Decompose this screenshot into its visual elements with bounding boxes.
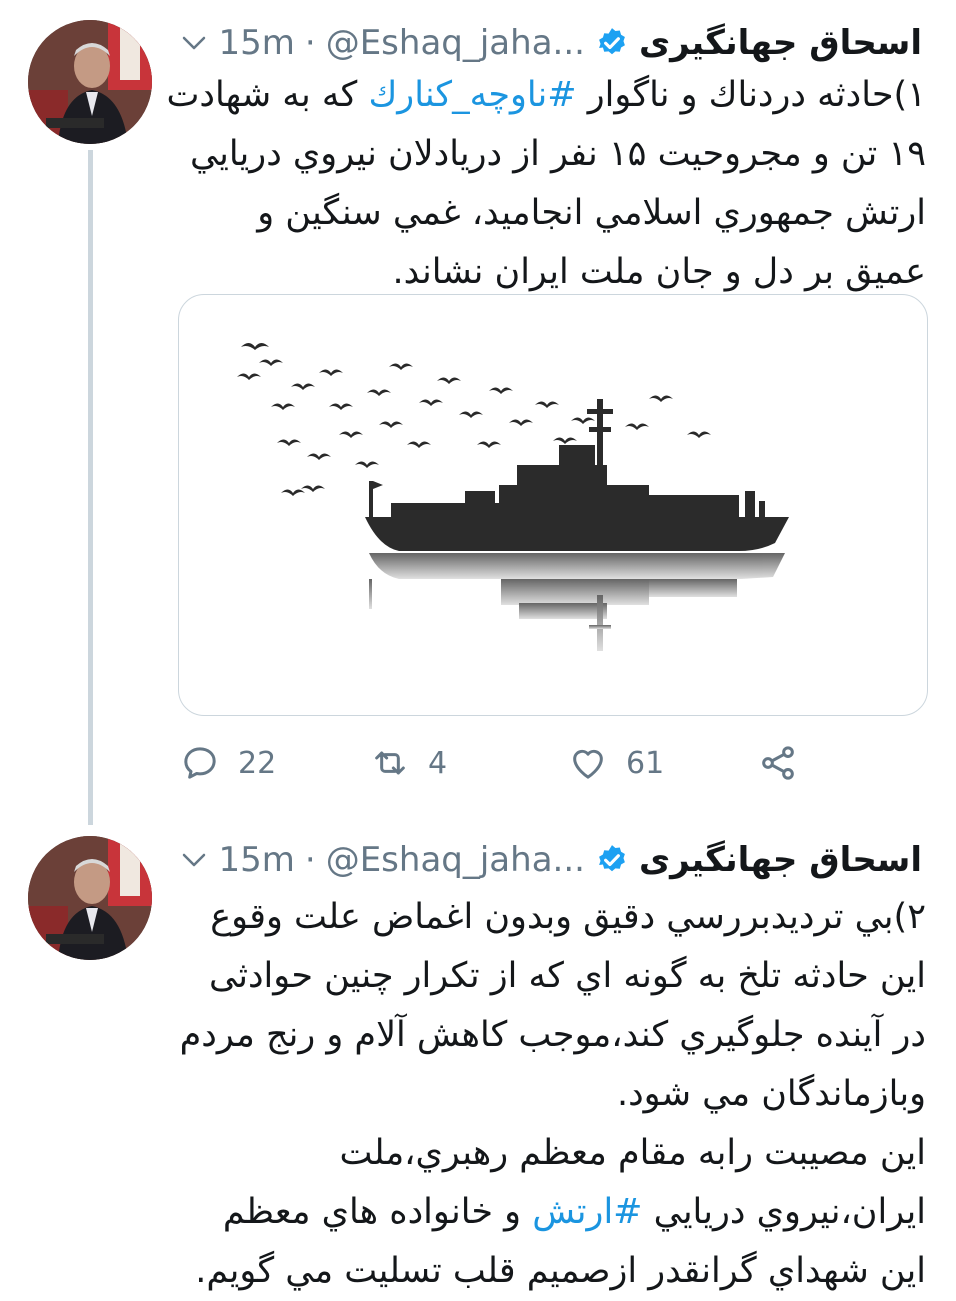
tweet-text-part: ۲)بي ترديدبررسي دقيق وبدون اغماض علت وقو…	[179, 897, 926, 1114]
like-button[interactable]: 61	[568, 738, 664, 788]
verified-badge-icon	[599, 28, 625, 55]
timestamp[interactable]: 15m	[219, 840, 295, 880]
tweet-header: اسحاق جهانگیری @Eshaq_jaha... · 15m	[169, 18, 922, 68]
reply-button[interactable]: 22	[180, 738, 276, 788]
retweet-count: 4	[428, 745, 448, 781]
heart-icon	[573, 749, 603, 779]
timestamp[interactable]: 15m	[219, 23, 295, 63]
tweet-text: ۲)بي ترديدبررسي دقيق وبدون اغماض علت وقو…	[166, 888, 926, 1301]
like-count: 61	[626, 745, 665, 781]
thread-connector-line	[88, 150, 93, 825]
reply-icon	[184, 747, 216, 779]
avatar-photo-icon	[28, 20, 152, 144]
separator-dot: ·	[304, 840, 316, 880]
retweet-icon	[375, 751, 405, 775]
author-name[interactable]: اسحاق جهانگیری	[639, 23, 922, 63]
author-handle[interactable]: @Eshaq_jaha...	[326, 840, 585, 880]
tweet-1[interactable]: اسحاق جهانگیری @Eshaq_jaha... · 15m ۱)حا…	[0, 0, 956, 825]
warship-silhouette-with-birds-icon	[237, 343, 789, 651]
retweet-button[interactable]: 4	[370, 738, 447, 788]
reply-count: 22	[238, 745, 277, 781]
chevron-down-icon[interactable]	[179, 28, 209, 58]
share-icon	[762, 746, 794, 780]
tweet-text-part: ۱)حادثه دردناك و ناگوار	[576, 75, 926, 115]
tweet-header: اسحاق جهانگیری @Eshaq_jaha... · 15m	[169, 835, 922, 885]
chevron-down-icon[interactable]	[179, 845, 209, 875]
hashtag-link[interactable]: #ناوچه_كنارك	[368, 75, 576, 115]
separator-dot: ·	[304, 23, 316, 63]
avatar-photo-icon	[28, 836, 152, 960]
tweet-media-image[interactable]	[178, 294, 928, 716]
avatar[interactable]	[28, 20, 152, 144]
author-name[interactable]: اسحاق جهانگیری	[639, 840, 922, 880]
author-handle[interactable]: @Eshaq_jaha...	[326, 23, 585, 63]
hashtag-link[interactable]: #ارتش	[532, 1192, 642, 1232]
avatar[interactable]	[28, 836, 152, 960]
share-button[interactable]	[758, 738, 798, 788]
verified-badge-icon	[599, 845, 625, 872]
tweet-actions: 22 4 61	[180, 738, 820, 788]
tweet-text: ۱)حادثه دردناك و ناگوار #ناوچه_كنارك كه …	[166, 66, 926, 302]
